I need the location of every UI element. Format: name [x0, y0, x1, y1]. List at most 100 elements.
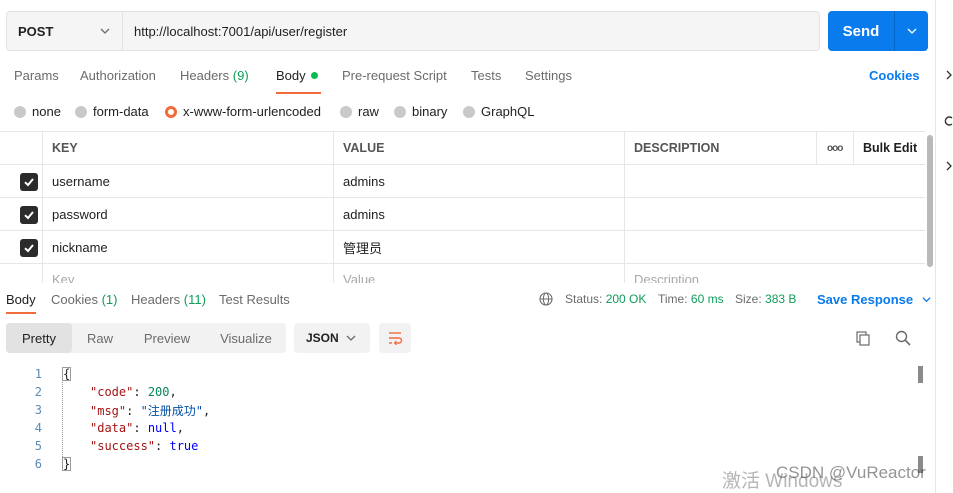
modified-dot-icon [310, 72, 318, 80]
params-table: KEY VALUE DESCRIPTION ooo Bulk Edit user… [0, 131, 925, 283]
tab-prerequest-script[interactable]: Pre-request Script [342, 68, 447, 83]
tab-settings[interactable]: Settings [525, 68, 572, 83]
radio-graphql[interactable]: GraphQL [463, 104, 534, 119]
tab-headers[interactable]: Headers (9) [180, 68, 249, 83]
checkmark-icon [24, 211, 34, 220]
url-input[interactable]: http://localhost:7001/api/user/register [123, 12, 819, 50]
radio-circle-icon [75, 105, 87, 118]
json-key: "msg" [90, 403, 127, 418]
radio-raw-label: raw [358, 104, 379, 119]
chevron-down-icon [922, 297, 931, 303]
chevron-right-icon[interactable] [945, 70, 953, 80]
column-header-value: VALUE [333, 132, 624, 164]
response-tab-headers[interactable]: Headers (11) [131, 292, 206, 307]
code-text: { [62, 367, 72, 381]
radio-circle-icon [394, 105, 406, 118]
more-options-button[interactable]: ooo [816, 132, 853, 164]
view-visualize-button[interactable]: Visualize [206, 323, 286, 353]
size-value: 383 B [765, 292, 797, 306]
response-tabs: Body Cookies (1) Headers (11) Test Resul… [0, 284, 931, 314]
search-icon[interactable] [895, 330, 911, 346]
param-key-input[interactable]: username [42, 165, 333, 197]
time-readout: Time: 60 ms [658, 292, 724, 306]
param-value-input[interactable]: admins [333, 198, 624, 230]
response-tab-body[interactable]: Body [6, 292, 36, 307]
param-value-input[interactable]: 管理员 [333, 231, 624, 263]
param-description-input[interactable] [624, 165, 925, 197]
info-icon[interactable] [945, 160, 953, 172]
send-button-group: Send [828, 11, 928, 51]
json-comma: , [203, 403, 211, 418]
send-button[interactable]: Send [828, 11, 895, 51]
row-checkbox[interactable] [20, 173, 38, 191]
response-editor[interactable]: 1 { 2 "code": 200, 3 "msg": "注册成功", 4 "d… [0, 363, 930, 478]
param-description-input[interactable] [624, 231, 925, 263]
response-tab-test-results[interactable]: Test Results [219, 292, 290, 307]
editor-scrollbar-top[interactable] [918, 366, 923, 383]
line-number: 3 [34, 403, 42, 417]
save-response-button[interactable]: Save Response [817, 292, 931, 307]
status-readout: Status: 200 OK [565, 292, 646, 306]
code-line: 1 { [0, 365, 900, 383]
globe-icon[interactable] [539, 292, 553, 306]
code-text: "code": 200, [90, 385, 177, 399]
radio-binary[interactable]: binary [394, 104, 447, 119]
tab-params[interactable]: Params [14, 68, 59, 83]
line-number: 1 [34, 367, 42, 381]
copy-icon[interactable] [855, 330, 871, 346]
wrap-lines-button[interactable] [379, 323, 411, 353]
view-pretty-button[interactable]: Pretty [6, 323, 72, 353]
json-value: 200 [147, 385, 170, 399]
radio-circle-icon [14, 105, 26, 118]
table-row: username admins [0, 165, 925, 198]
row-checkbox[interactable] [20, 206, 38, 224]
line-number: 2 [34, 385, 42, 399]
tab-body[interactable]: Body [276, 68, 318, 83]
format-select[interactable]: JSON [294, 323, 370, 353]
method-select[interactable]: POST [7, 12, 123, 50]
radio-raw[interactable]: raw [340, 104, 379, 119]
code-line: 3 "msg": "注册成功", [0, 401, 900, 419]
view-preview-button[interactable]: Preview [128, 323, 206, 353]
radio-urlencoded-label: x-www-form-urlencoded [183, 104, 321, 119]
active-tab-indicator [276, 92, 321, 94]
new-description-input[interactable]: Description [624, 264, 925, 283]
code-line: 4 "data": null, [0, 419, 900, 437]
param-key-input[interactable]: nickname [42, 231, 333, 263]
code-text: "msg": "注册成功", [90, 403, 211, 418]
code-line: 2 "code": 200, [0, 383, 900, 401]
send-options-button[interactable] [895, 11, 928, 51]
tab-body-label: Body [276, 68, 306, 83]
param-value-input[interactable]: admins [333, 165, 624, 197]
row-checkbox[interactable] [20, 239, 38, 257]
format-label: JSON [306, 331, 339, 345]
comment-icon[interactable] [944, 115, 953, 127]
cookies-link[interactable]: Cookies [869, 68, 920, 83]
param-description-input[interactable] [624, 198, 925, 230]
radio-form-data[interactable]: form-data [75, 104, 149, 119]
radio-none[interactable]: none [14, 104, 61, 119]
tab-tests[interactable]: Tests [471, 68, 501, 83]
param-key-input[interactable]: password [42, 198, 333, 230]
tab-headers-count: (9) [232, 68, 249, 83]
json-key: "code" [90, 385, 134, 399]
close-brace: } [62, 457, 72, 471]
tab-authorization[interactable]: Authorization [80, 68, 156, 83]
open-brace: { [62, 367, 72, 381]
bulk-edit-button[interactable]: Bulk Edit [853, 132, 925, 164]
response-tab-headers-label: Headers [131, 292, 181, 307]
new-value-input[interactable]: Value [333, 264, 624, 283]
response-tab-cookies[interactable]: Cookies (1) [51, 292, 117, 307]
save-response-label: Save Response [817, 292, 914, 307]
view-raw-button[interactable]: Raw [72, 323, 128, 353]
new-key-input[interactable]: Key [42, 264, 333, 283]
status-value: 200 OK [605, 292, 647, 306]
chevron-down-icon [907, 28, 916, 34]
time-label: Time: [658, 292, 688, 306]
radio-selected-icon [165, 105, 177, 118]
request-bar: POST http://localhost:7001/api/user/regi… [6, 11, 820, 51]
checkmark-icon [24, 244, 34, 253]
radio-urlencoded[interactable]: x-www-form-urlencoded [165, 104, 321, 119]
table-row-new: Key Value Description [0, 264, 925, 283]
table-scrollbar[interactable] [927, 135, 933, 267]
